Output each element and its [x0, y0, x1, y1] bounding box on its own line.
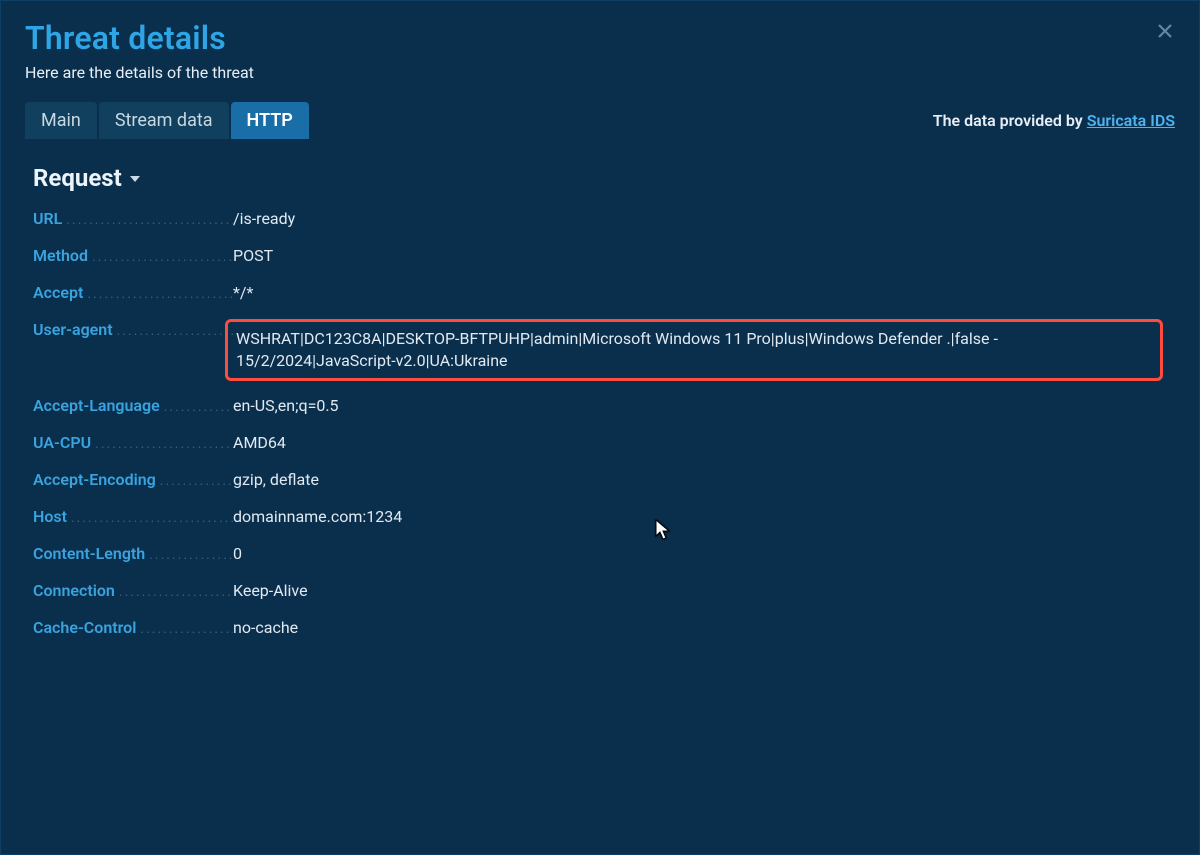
- kv-row: URL..................................../…: [33, 208, 1171, 231]
- kv-key-wrap: User-agent..............................…: [33, 319, 233, 342]
- kv-row: Connection..............................…: [33, 580, 1171, 603]
- kv-key: Method: [33, 245, 88, 267]
- kv-dots: ....................................: [136, 618, 233, 640]
- kv-dots: ....................................: [113, 320, 233, 342]
- kv-dots: ....................................: [67, 507, 233, 529]
- kv-key: Host: [33, 506, 67, 528]
- kv-key: User-agent: [33, 319, 113, 341]
- provider-prefix: The data provided by: [933, 111, 1087, 130]
- kv-dots: ....................................: [83, 283, 233, 305]
- kv-key-wrap: Accept-Encoding.........................…: [33, 469, 233, 492]
- kv-row: Content-Length..........................…: [33, 543, 1171, 566]
- kv-key: Accept-Encoding: [33, 469, 156, 491]
- threat-details-panel: Threat details Here are the details of t…: [0, 0, 1200, 855]
- kv-row: UA-CPU..................................…: [33, 432, 1171, 455]
- kv-value: POST: [233, 245, 1171, 267]
- kv-key: Connection: [33, 580, 115, 602]
- kv-key-wrap: Accept-Language.........................…: [33, 395, 233, 418]
- kv-key: URL: [33, 208, 62, 230]
- kv-value: domainname.com:1234: [233, 506, 1171, 528]
- kv-key-wrap: Accept..................................…: [33, 282, 233, 305]
- kv-dots: ....................................: [160, 396, 233, 418]
- kv-key-wrap: Connection..............................…: [33, 580, 233, 603]
- chevron-down-icon: [130, 176, 140, 182]
- kv-row: Accept-Language.........................…: [33, 395, 1171, 418]
- kv-value: no-cache: [233, 617, 1171, 639]
- kv-row: Cache-Control...........................…: [33, 617, 1171, 640]
- kv-dots: ....................................: [62, 209, 233, 231]
- kv-row: User-agent..............................…: [33, 319, 1171, 381]
- kv-key-wrap: URL....................................: [33, 208, 233, 231]
- kv-value: AMD64: [233, 432, 1171, 454]
- tabs-row: MainStream dataHTTP The data provided by…: [1, 100, 1199, 140]
- kv-value-highlighted: WSHRAT|DC123C8A|DESKTOP-BFTPUHP|admin|Mi…: [225, 319, 1163, 381]
- provider-link[interactable]: Suricata IDS: [1087, 111, 1175, 130]
- tabs: MainStream dataHTTP: [25, 102, 309, 139]
- kv-key-wrap: Cache-Control...........................…: [33, 617, 233, 640]
- kv-row: Host....................................…: [33, 506, 1171, 529]
- kv-dots: ....................................: [156, 470, 233, 492]
- kv-row: Method..................................…: [33, 245, 1171, 268]
- tab-http[interactable]: HTTP: [231, 102, 309, 139]
- section-title-text: Request: [33, 164, 122, 192]
- tab-stream-data[interactable]: Stream data: [99, 102, 229, 139]
- request-kv-list: URL..................................../…: [29, 208, 1171, 640]
- kv-key-wrap: Method..................................…: [33, 245, 233, 268]
- kv-key-wrap: UA-CPU..................................…: [33, 432, 233, 455]
- kv-key: Accept-Language: [33, 395, 160, 417]
- kv-dots: ....................................: [115, 581, 233, 603]
- page-subtitle: Here are the details of the threat: [25, 63, 1175, 82]
- kv-key-wrap: Content-Length..........................…: [33, 543, 233, 566]
- request-section-toggle[interactable]: Request: [33, 164, 1171, 192]
- kv-value: Keep-Alive: [233, 580, 1171, 602]
- kv-row: Accept-Encoding.........................…: [33, 469, 1171, 492]
- kv-key: Content-Length: [33, 543, 145, 565]
- kv-dots: ....................................: [88, 246, 233, 268]
- page-title: Threat details: [25, 19, 1175, 57]
- kv-key: Accept: [33, 282, 83, 304]
- kv-row: Accept..................................…: [33, 282, 1171, 305]
- data-provider-label: The data provided by Suricata IDS: [933, 111, 1175, 130]
- kv-value: /is-ready: [233, 208, 1171, 230]
- kv-dots: ....................................: [91, 433, 233, 455]
- panel-body: Request URL.............................…: [1, 140, 1199, 640]
- kv-value: en-US,en;q=0.5: [233, 395, 1171, 417]
- kv-value: 0: [233, 543, 1171, 565]
- kv-key: UA-CPU: [33, 432, 91, 454]
- kv-key: Cache-Control: [33, 617, 136, 639]
- tab-main[interactable]: Main: [25, 102, 97, 139]
- kv-dots: ....................................: [145, 544, 233, 566]
- panel-header: Threat details Here are the details of t…: [1, 1, 1199, 90]
- kv-value: gzip, deflate: [233, 469, 1171, 491]
- close-button[interactable]: [1155, 23, 1175, 43]
- kv-value: */*: [233, 282, 1171, 304]
- kv-key-wrap: Host....................................: [33, 506, 233, 529]
